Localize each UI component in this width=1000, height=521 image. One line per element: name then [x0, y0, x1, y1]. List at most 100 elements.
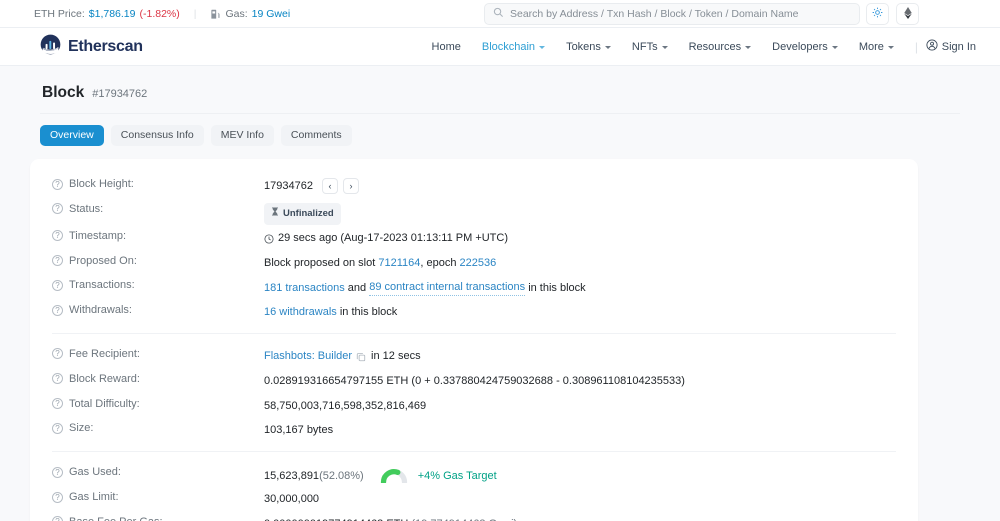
- gas-value[interactable]: 19 Gwei: [252, 8, 291, 20]
- size-value: 103,167 bytes: [264, 424, 334, 437]
- ethereum-button[interactable]: [896, 3, 919, 25]
- nav-item-tokens[interactable]: Tokens: [566, 41, 611, 53]
- topbar-stats: ETH Price: $1,786.19 (-1.82%) | Gas: 19 …: [0, 8, 290, 20]
- nav-item-blockchain[interactable]: Blockchain: [481, 40, 546, 53]
- eth-price-label: ETH Price:: [34, 7, 85, 20]
- row-value: 0.000000019774914463 ETH (19.774914463 G…: [264, 511, 517, 521]
- next-block-button[interactable]: ›: [342, 178, 359, 194]
- help-icon[interactable]: ?: [52, 466, 63, 478]
- withdrawals-suffix: in this block: [339, 306, 398, 319]
- copy-icon[interactable]: [356, 352, 366, 362]
- help-icon[interactable]: ?: [52, 422, 63, 434]
- tab-bar: Overview Consensus Info MEV Info Comment…: [0, 114, 1000, 146]
- proposed-prefix: Block proposed on slot: [264, 256, 376, 269]
- search-container: [484, 3, 860, 25]
- base-fee-value: 0.000000019774914463 ETH: [264, 516, 408, 521]
- row-value: 15,623,891 (52.08%) +4% Gas Target: [264, 461, 497, 486]
- gas-limit-value: 30,000,000: [264, 493, 320, 506]
- help-icon[interactable]: ?: [52, 255, 63, 267]
- chevron-down-icon: [661, 46, 668, 49]
- row-withdrawals: ? Withdrawals: 16 withdrawals in this bl…: [30, 299, 918, 324]
- gas-used-value: 15,623,891: [264, 470, 320, 483]
- nav-item-home[interactable]: Home: [432, 41, 461, 53]
- status-badge-text: Unfinalized: [283, 207, 334, 219]
- row-timestamp: ? Timestamp: 29 secs ago (Aug-17-2023 01…: [30, 225, 918, 250]
- help-icon[interactable]: ?: [52, 398, 63, 410]
- nav-item-resources[interactable]: Resources: [689, 41, 752, 53]
- row-value: 29 secs ago (Aug-17-2023 01:13:11 PM +UT…: [264, 225, 508, 246]
- eth-price-value[interactable]: $1,786.19: [89, 8, 136, 20]
- row-label: ? Block Reward:: [52, 368, 264, 385]
- internal-transactions-link[interactable]: 89 contract internal transactions: [369, 279, 526, 297]
- help-icon[interactable]: ?: [52, 230, 63, 242]
- help-icon[interactable]: ?: [52, 178, 63, 190]
- row-label-text: Gas Limit:: [69, 491, 119, 504]
- row-label-text: Base Fee Per Gas:: [69, 516, 163, 521]
- nav-item-label: Tokens: [566, 40, 601, 53]
- proposed-middle: , epoch: [420, 256, 457, 269]
- block-nav-buttons: ‹ ›: [321, 178, 359, 194]
- clock-icon: [264, 234, 274, 244]
- ethereum-icon: [903, 6, 912, 22]
- help-icon[interactable]: ?: [52, 491, 63, 503]
- tab-consensus-info[interactable]: Consensus Info: [110, 125, 204, 146]
- row-label: ? Timestamp:: [52, 225, 264, 242]
- transactions-conjunction: and: [347, 281, 367, 294]
- top-utility-bar: ETH Price: $1,786.19 (-1.82%) | Gas: 19 …: [0, 0, 1000, 28]
- sun-icon: [872, 7, 883, 21]
- section-divider: [52, 451, 896, 453]
- nav-item-more[interactable]: More: [859, 41, 894, 53]
- eth-price-change: (-1.82%): [139, 7, 180, 20]
- block-height-value: 17934762: [264, 180, 313, 192]
- sign-in-button[interactable]: Sign In: [926, 28, 976, 65]
- help-icon[interactable]: ?: [52, 348, 63, 360]
- row-size: ? Size: 103,167 bytes: [30, 417, 918, 442]
- brand-name: Etherscan: [68, 37, 143, 55]
- nav-item-nfts[interactable]: NFTs: [632, 41, 668, 53]
- row-label: ? Proposed On:: [52, 250, 264, 267]
- row-value: 17934762 ‹ ›: [264, 173, 359, 194]
- gas-price-stat: Gas: 19 Gwei: [210, 8, 290, 20]
- help-icon[interactable]: ?: [52, 203, 63, 215]
- nav-item-label: Blockchain: [481, 40, 536, 53]
- row-label: ? Status:: [52, 198, 264, 215]
- tab-mev-info[interactable]: MEV Info: [210, 125, 274, 146]
- epoch-link[interactable]: 222536: [460, 255, 497, 271]
- row-value: 103,167 bytes: [264, 417, 333, 438]
- tab-label: Overview: [50, 129, 94, 141]
- row-gas-limit: ? Gas Limit: 30,000,000: [30, 486, 918, 511]
- nav-item-label: Home: [431, 40, 461, 53]
- fee-recipient-link[interactable]: Flashbots: Builder: [264, 348, 352, 364]
- transactions-link[interactable]: 181 transactions: [264, 280, 345, 296]
- chevron-down-icon: [604, 46, 611, 49]
- withdrawals-link[interactable]: 16 withdrawals: [264, 304, 337, 320]
- help-icon[interactable]: ?: [52, 279, 63, 291]
- tab-comments[interactable]: Comments: [280, 125, 352, 146]
- row-total-difficulty: ? Total Difficulty: 58,750,003,716,598,3…: [30, 393, 918, 418]
- help-icon[interactable]: ?: [52, 373, 63, 385]
- fee-recipient-suffix: in 12 secs: [371, 349, 421, 362]
- etherscan-logo-icon: [40, 34, 61, 60]
- gas-pump-icon: [210, 9, 221, 20]
- chevron-down-icon: [831, 46, 838, 49]
- page-subtitle: #17934762: [92, 88, 148, 100]
- row-label-text: Proposed On:: [69, 254, 137, 267]
- base-fee-gwei: (19.774914463 Gwei): [411, 516, 517, 521]
- help-icon[interactable]: ?: [52, 304, 63, 316]
- theme-toggle-button[interactable]: [866, 3, 889, 25]
- gas-used-percent: (52.08%): [319, 470, 364, 483]
- previous-block-button[interactable]: ‹: [321, 178, 338, 194]
- block-reward-value: 0.028919316654797155 ETH (0 + 0.33788042…: [264, 374, 685, 387]
- help-icon[interactable]: ?: [52, 516, 63, 521]
- row-value: 0.028919316654797155 ETH (0 + 0.33788042…: [264, 368, 685, 389]
- row-label: ? Base Fee Per Gas:: [52, 511, 264, 521]
- tab-overview[interactable]: Overview: [40, 125, 104, 146]
- row-block-height: ? Block Height: 17934762 ‹ ›: [30, 173, 918, 198]
- nav-item-developers[interactable]: Developers: [772, 41, 838, 53]
- row-label-text: Status:: [69, 202, 104, 215]
- nav-menu: Home Blockchain Tokens NFTs Resources De…: [432, 28, 918, 65]
- brand-logo[interactable]: Etherscan: [0, 34, 143, 60]
- search-input[interactable]: [510, 8, 851, 20]
- search-box[interactable]: [484, 3, 860, 25]
- slot-link[interactable]: 7121164: [378, 255, 420, 271]
